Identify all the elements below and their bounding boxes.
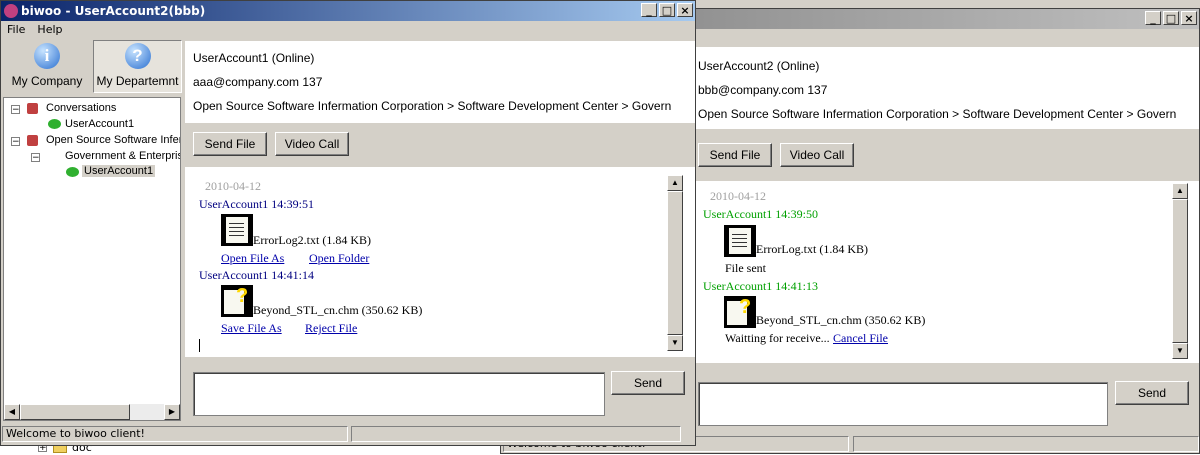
contact-status: UserAccount1 (Online) <box>193 51 315 65</box>
tree-department-user[interactable]: UserAccount1 <box>82 165 156 177</box>
department-tab-label: My Departemnt <box>96 74 179 88</box>
txt-file-icon <box>724 225 756 257</box>
file-status: File sent <box>725 261 766 275</box>
collapse-icon[interactable]: − <box>11 137 20 147</box>
chm-file-icon: ? <box>221 285 253 317</box>
minimize-icon[interactable]: _ <box>641 3 657 17</box>
chat-scrollbar[interactable]: ▲ ▼ <box>667 175 683 351</box>
video-call-button[interactable]: Video Call <box>275 132 349 156</box>
online-user-icon <box>48 119 61 129</box>
chat-date: 2010-04-12 <box>710 189 766 203</box>
contact-tree: − Conversations UserAccount1 − Open Sour… <box>3 97 181 421</box>
back-info-panel: UserAccount2 (Online) bbb@company.com 13… <box>696 47 1199 129</box>
open-file-as-link[interactable]: Open File As <box>221 251 284 266</box>
txt-file-icon <box>221 214 253 246</box>
reject-file-link[interactable]: Reject File <box>305 321 357 336</box>
contact-org-path: Open Source Software Infermation Corpora… <box>193 99 672 113</box>
maximize-icon[interactable]: □ <box>659 3 675 17</box>
tree-conversation-user[interactable]: UserAccount1 <box>65 118 134 130</box>
contact-org-path: Open Source Software Infermation Corpora… <box>698 107 1177 121</box>
message-header: UserAccount1 14:41:14 <box>199 268 314 282</box>
minimize-icon[interactable]: _ <box>1145 11 1161 25</box>
info-icon: i <box>34 43 60 69</box>
tree-department[interactable]: Government & Enterpris <box>65 150 180 162</box>
save-file-as-link[interactable]: Save File As <box>221 321 282 336</box>
contact-email: aaa@company.com 137 <box>193 75 323 89</box>
status-pane-2 <box>351 426 681 442</box>
menu-help[interactable]: Help <box>37 21 62 39</box>
tree-organization[interactable]: Open Source Software Infer <box>46 134 180 146</box>
chm-file-icon: ? <box>724 296 756 328</box>
collapse-icon[interactable]: − <box>31 153 40 163</box>
main-window: biwoo - UserAccount2(bbb) _ □ × File Hel… <box>0 0 696 446</box>
scroll-down-icon[interactable]: ▼ <box>667 335 683 351</box>
department-tab[interactable]: ? My Departemnt <box>93 40 182 93</box>
chat-scrollbar[interactable]: ▲ ▼ <box>1172 183 1188 359</box>
scroll-down-icon[interactable]: ▼ <box>1172 343 1188 359</box>
message-header: UserAccount1 14:39:51 <box>199 197 314 211</box>
scroll-thumb[interactable] <box>20 404 130 420</box>
chat-history: 2010-04-12 UserAccount1 14:39:51 ErrorLo… <box>185 167 695 357</box>
menu-file[interactable]: File <box>7 21 25 39</box>
menu-bar: File Help <box>1 21 695 39</box>
scroll-left-icon[interactable]: ◀ <box>4 404 20 420</box>
open-folder-link[interactable]: Open Folder <box>309 251 369 266</box>
scroll-up-icon[interactable]: ▲ <box>1172 183 1188 199</box>
back-chat-history: 2010-04-12 UserAccount1 14:39:50 ErrorLo… <box>696 181 1199 363</box>
close-icon[interactable]: × <box>1181 11 1197 25</box>
tree-hscrollbar[interactable]: ◀ ▶ <box>4 404 180 420</box>
scroll-up-icon[interactable]: ▲ <box>667 175 683 191</box>
message-input[interactable] <box>193 372 605 416</box>
contact-email: bbb@company.com 137 <box>698 83 828 97</box>
online-user-icon <box>66 167 79 177</box>
collapse-icon[interactable]: − <box>11 105 20 115</box>
scroll-right-icon[interactable]: ▶ <box>164 404 180 420</box>
company-tab[interactable]: i My Company <box>5 41 89 93</box>
contact-info-panel: UserAccount1 (Online) aaa@company.com 13… <box>185 41 695 123</box>
conversation-icon <box>27 103 38 114</box>
help-icon: ? <box>124 43 151 69</box>
cancel-file-link[interactable]: Cancel File <box>833 331 888 346</box>
send-button[interactable]: Send <box>611 371 685 395</box>
send-file-button[interactable]: Send File <box>193 132 267 156</box>
tree-conversations[interactable]: Conversations <box>46 102 116 114</box>
file-name: Beyond_STL_cn.chm (350.62 KB) <box>253 303 423 317</box>
window-title: biwoo - UserAccount2(bbb) <box>21 4 206 18</box>
organization-icon <box>27 135 38 146</box>
message-header: UserAccount1 14:41:13 <box>703 279 818 293</box>
app-icon <box>4 4 18 18</box>
send-button[interactable]: Send <box>1115 381 1189 405</box>
status-bar: Welcome to biwoo client! <box>1 426 695 444</box>
scroll-thumb[interactable] <box>667 191 683 335</box>
title-bar[interactable]: biwoo - UserAccount2(bbb) _ □ × <box>1 1 695 21</box>
maximize-icon[interactable]: □ <box>1163 11 1179 25</box>
scroll-thumb[interactable] <box>1172 199 1188 343</box>
file-name: ErrorLog.txt (1.84 KB) <box>756 242 868 256</box>
status-pane-2 <box>853 436 1199 452</box>
status-text: Welcome to biwoo client! <box>2 426 348 442</box>
contact-status: UserAccount2 (Online) <box>698 59 820 73</box>
close-icon[interactable]: × <box>677 3 693 17</box>
message-input[interactable] <box>698 382 1108 426</box>
send-file-button[interactable]: Send File <box>698 143 772 167</box>
text-cursor <box>199 339 200 352</box>
message-header: UserAccount1 14:39:50 <box>703 207 818 221</box>
file-status: Waitting for receive... <box>725 331 830 345</box>
company-tab-label: My Company <box>11 74 83 88</box>
video-call-button[interactable]: Video Call <box>780 143 854 167</box>
file-name: ErrorLog2.txt (1.84 KB) <box>253 233 371 247</box>
chat-date: 2010-04-12 <box>205 179 261 193</box>
file-name: Beyond_STL_cn.chm (350.62 KB) <box>756 313 926 327</box>
